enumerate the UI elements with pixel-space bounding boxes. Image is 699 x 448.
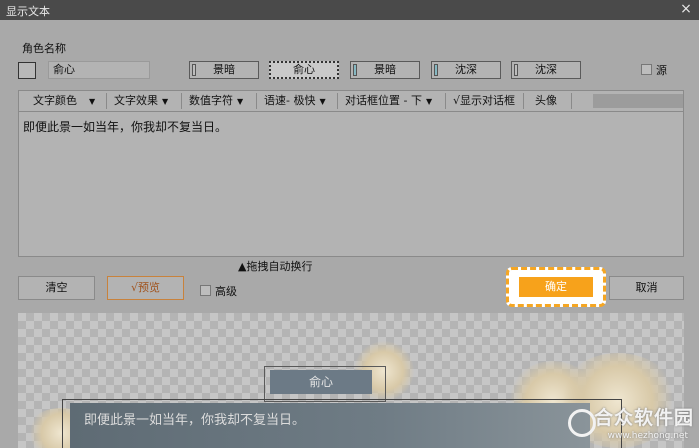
watermark-url: www.hezhong.net	[607, 431, 688, 441]
character-marker-icon	[514, 64, 518, 76]
watermark-logo-icon	[568, 409, 596, 437]
character-button-label: 沈深	[535, 63, 557, 76]
dropdown-arrow-icon: ▼	[237, 97, 244, 106]
role-name-label: 角色名称	[22, 42, 66, 55]
dialog-position-label: 对话框位置 - 下	[345, 94, 422, 107]
ok-button-highlight: 确定	[506, 267, 606, 307]
drag-wrap-hint[interactable]: ▲拖拽自动换行	[238, 258, 312, 274]
window-title: 显示文本	[6, 5, 50, 18]
character-button-label: 沈深	[455, 63, 477, 76]
toolbar-divider	[337, 93, 338, 109]
ok-button[interactable]: 确定	[519, 277, 593, 297]
character-button-3[interactable]: 景暗	[350, 61, 420, 79]
text-effect-dropdown[interactable]: 文字效果 ▼	[114, 91, 168, 111]
character-button-label: 俞心	[293, 63, 315, 76]
preview-name-box: 俞心	[270, 370, 372, 394]
toolbar-empty-slot	[593, 94, 683, 108]
advanced-checkbox[interactable]	[200, 285, 211, 296]
preview-button[interactable]: √预览	[107, 276, 184, 300]
avatar-button[interactable]: 头像	[535, 91, 557, 111]
source-label: 源	[656, 64, 667, 77]
character-button-1[interactable]: 景暗	[189, 61, 259, 79]
toolbar-divider	[445, 93, 446, 109]
role-name-input[interactable]: 俞心	[48, 61, 150, 79]
title-bar: 显示文本 ×	[0, 0, 699, 20]
dropdown-arrow-icon: ▼	[89, 97, 96, 106]
character-button-label: 景暗	[374, 63, 396, 76]
format-toolbar: 文字颜色 ▼ 文字效果 ▼ 数值字符 ▼ 语速- 极快 ▼ 对话框位置 - 下 ▼ √显示…	[18, 90, 684, 112]
site-watermark: 合众软件园 www.hezhong.net	[568, 403, 698, 448]
text-effect-label: 文字效果	[114, 94, 158, 107]
watermark-title: 合众软件园	[593, 407, 694, 429]
character-button-4[interactable]: 沈深	[431, 61, 501, 79]
dropdown-arrow-icon: ▼	[319, 97, 326, 106]
character-button-label: 景暗	[213, 63, 235, 76]
dialog-text-editor[interactable]: 即便此景一如当年，你我却不复当日。	[18, 112, 684, 257]
character-marker-icon	[192, 64, 196, 76]
source-checkbox[interactable]	[641, 64, 652, 75]
dropdown-arrow-icon: ▼	[162, 97, 169, 106]
character-marker-icon	[434, 64, 438, 76]
dialog-position-dropdown[interactable]: 对话框位置 - 下 ▼	[345, 91, 432, 111]
toolbar-divider	[571, 93, 572, 109]
number-char-label: 数值字符	[189, 94, 233, 107]
toolbar-divider	[523, 93, 524, 109]
text-color-label: 文字颜色	[33, 94, 77, 107]
speed-dropdown[interactable]: 语速- 极快 ▼	[264, 91, 326, 111]
close-icon[interactable]: ×	[679, 2, 693, 16]
show-dialog-toggle[interactable]: √显示对话框	[453, 91, 515, 111]
text-color-dropdown[interactable]: 文字颜色 ▼	[33, 91, 95, 111]
toolbar-divider	[181, 93, 182, 109]
character-button-2[interactable]: 俞心	[269, 61, 339, 79]
toolbar-divider	[106, 93, 107, 109]
clear-button[interactable]: 清空	[18, 276, 95, 300]
advanced-label: 高级	[215, 285, 237, 298]
dropdown-arrow-icon: ▼	[425, 97, 433, 106]
preview-dialog-box: 即便此景一如当年，你我却不复当日。	[70, 403, 590, 448]
number-char-dropdown[interactable]: 数值字符 ▼	[189, 91, 243, 111]
cancel-button[interactable]: 取消	[609, 276, 684, 300]
character-marker-icon	[353, 64, 357, 76]
toolbar-divider	[256, 93, 257, 109]
role-color-swatch[interactable]	[18, 62, 36, 79]
character-button-5[interactable]: 沈深	[511, 61, 581, 79]
speed-label: 语速- 极快	[264, 94, 316, 107]
